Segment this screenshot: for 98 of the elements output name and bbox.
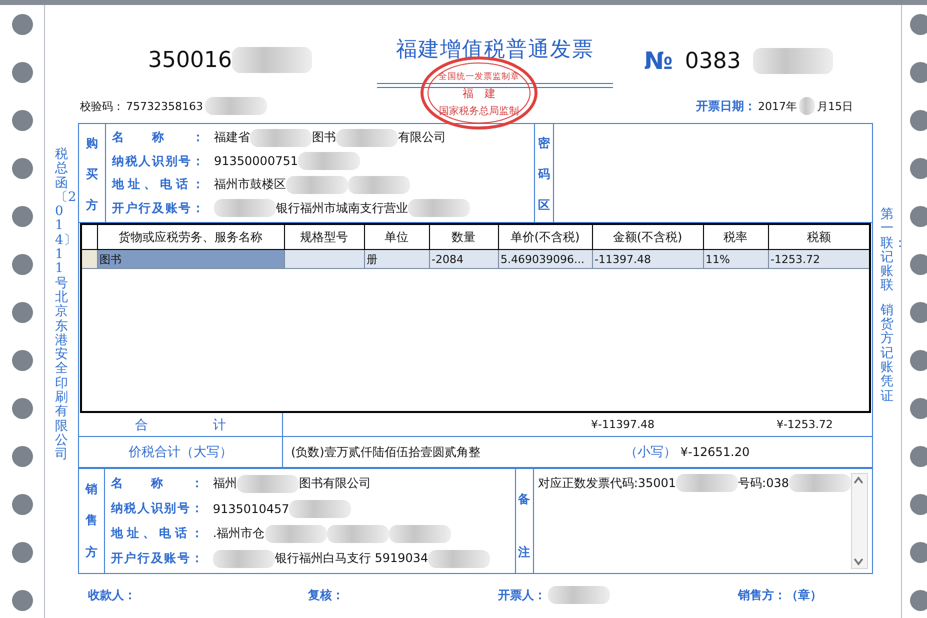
punch-hole: [910, 110, 927, 131]
redaction-blur: [388, 524, 451, 542]
field-value: 福州市鼓楼区: [214, 176, 286, 194]
punch-hole: [910, 14, 927, 35]
table-cell: -11397.48: [592, 250, 703, 268]
total-label: 合 计: [79, 413, 283, 436]
signature-label: 销售方：（章）: [738, 586, 822, 604]
redaction-blur: [286, 176, 348, 194]
punch-hole: [12, 14, 32, 35]
field-label: 名称：: [112, 129, 204, 146]
punch-hole: [12, 302, 32, 323]
date-value: 2017年: [758, 98, 797, 114]
redaction-blur: [408, 199, 470, 218]
punch-hole: [12, 446, 32, 467]
punch-hole: [910, 350, 927, 371]
punch-hole: [910, 206, 927, 227]
signature-label: 复核：: [308, 586, 344, 604]
grand-total-amount: ¥-12651.20: [680, 445, 750, 459]
amount-figure-label: （小写）: [624, 444, 676, 461]
grand-total-label: 价税合计（大写）: [79, 437, 283, 467]
number-sign: №: [644, 47, 673, 75]
punch-hole: [12, 62, 32, 83]
field-label: 纳税人识别号：: [110, 500, 203, 517]
check-code: 75732358163: [126, 100, 203, 112]
punch-hole: [910, 590, 927, 611]
punch-hole: [910, 62, 927, 83]
date-label: 开票日期：: [696, 98, 756, 114]
remark-text: 号码:038: [738, 474, 789, 492]
remark-text: 对应正数发票代码:35001: [538, 474, 676, 492]
redaction-blur: [236, 474, 299, 492]
punch-hole: [12, 398, 32, 419]
redaction-blur: [250, 128, 312, 147]
field-label: 开户行及账号：: [112, 200, 204, 217]
remark-area[interactable]: 对应正数发票代码:35001 号码:038: [534, 469, 872, 573]
redaction-blur: [298, 152, 360, 170]
signature-label: 收款人：: [88, 586, 136, 604]
field-value: 银行福州白马支行 5919034: [274, 550, 428, 567]
table-cell: 册: [364, 250, 429, 268]
total-amount: ¥-11397.48: [591, 418, 654, 431]
redaction-blur: [264, 524, 327, 542]
amount-in-words: (负数)壹万贰仟陆佰伍拾壹圆贰角整: [291, 444, 480, 460]
field-value: 福建省: [214, 129, 250, 146]
field-label: 开户行及账号：: [110, 550, 203, 567]
table-cell: 5.469039096...: [498, 250, 592, 268]
redaction-blur: [336, 128, 398, 147]
field-value: 银行福州市城南支行营业: [276, 200, 408, 217]
field-value: 9135010457: [212, 502, 290, 516]
check-code-label: 校验码：: [80, 98, 124, 114]
punch-hole: [12, 158, 32, 179]
redaction-blur: [289, 500, 352, 518]
redaction-blur: [676, 474, 738, 492]
field-value: 图书有限公司: [298, 475, 371, 492]
redaction-blur: [428, 550, 490, 568]
table-cell: 图书: [97, 250, 284, 268]
punch-hole: [910, 158, 927, 179]
table-cell: -2084: [429, 250, 498, 268]
punch-hole: [12, 590, 32, 611]
field-label: 地址、电话：: [110, 525, 203, 542]
punch-hole: [12, 254, 32, 275]
punch-hole: [910, 302, 927, 323]
table-cell: 11%: [703, 250, 768, 268]
section-label: 密码区: [538, 135, 550, 214]
date-value: 月15日: [817, 98, 853, 114]
section-label: 备注: [518, 491, 530, 561]
margin-text: 销货方记账凭证: [880, 302, 894, 406]
redaction-blur: [214, 199, 276, 218]
field-value: 福州: [212, 475, 237, 492]
redaction-blur: [348, 176, 410, 194]
punch-hole: [12, 110, 32, 131]
field-label: 纳税人识别号：: [112, 152, 204, 170]
field-label: 地址、电话：: [112, 176, 204, 194]
punch-hole: [910, 254, 927, 275]
redaction-blur: [326, 524, 389, 542]
redaction-blur: [212, 550, 275, 568]
field-value: 图书: [312, 129, 336, 146]
punch-hole: [12, 494, 32, 515]
signature-label: 开票人：: [498, 586, 546, 604]
punch-hole: [910, 398, 927, 419]
punch-hole: [12, 350, 32, 371]
field-value: .福州市仓: [212, 525, 265, 542]
punch-hole: [910, 446, 927, 467]
redaction-blur: [789, 474, 851, 492]
field-value: 91350000751: [214, 154, 298, 168]
punch-hole: [910, 494, 927, 515]
invoice-code: 350016: [148, 48, 232, 72]
punch-hole: [910, 542, 927, 563]
field-value: 有限公司: [398, 129, 446, 146]
punch-hole: [12, 206, 32, 227]
punch-hole: [12, 542, 32, 563]
table-cell: -1253.72: [768, 250, 870, 268]
redaction-blur: [799, 97, 815, 115]
scrollbar[interactable]: [851, 473, 868, 569]
section-label: 销售方: [85, 481, 98, 561]
redaction-blur: [204, 97, 267, 115]
invoice-number: 0383: [684, 48, 741, 74]
field-label: 名称：: [110, 475, 203, 492]
section-label: 购买方: [86, 135, 98, 214]
total-tax: ¥-1253.72: [776, 418, 833, 431]
